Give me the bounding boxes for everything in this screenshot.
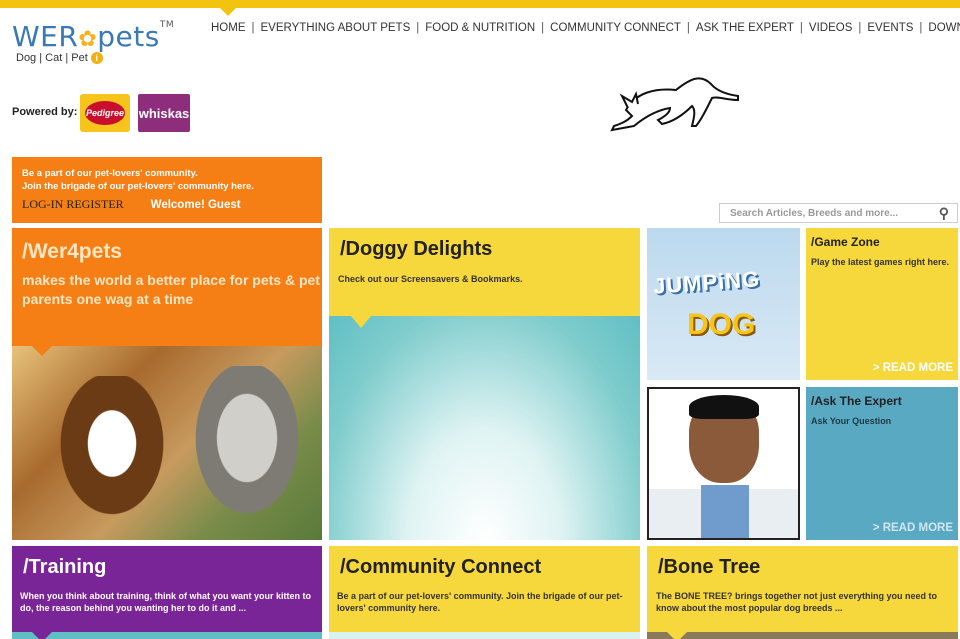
tile-training[interactable]: /Training When you think about training,… — [12, 546, 322, 639]
auth-links: LOG-IN REGISTER Welcome! Guest — [22, 198, 312, 212]
puppy-image — [52, 376, 172, 526]
info-icon[interactable]: i — [90, 52, 103, 64]
tile-ask-desc: Ask Your Question — [811, 416, 892, 426]
tile-notch — [32, 632, 52, 639]
tile-ask-title: /Ask The Expert — [811, 394, 902, 408]
main-navigation: HOME | EVERYTHING ABOUT PETS | FOOD & NUTRIT… — [211, 22, 960, 34]
doggy-delights-image — [329, 316, 640, 540]
nav-item-everything-about-pets[interactable]: EVERYTHING ABOUT PETS — [261, 22, 411, 34]
logo-trademark: TM — [159, 20, 175, 30]
tile-doggy-title: /Doggy Delights — [340, 238, 493, 260]
whiskas-logo[interactable]: whiskas — [138, 94, 190, 132]
tile-ask-the-expert[interactable]: /Ask The Expert Ask Your Question > READ… — [806, 387, 958, 540]
top-accent-bar — [0, 0, 960, 8]
community-login-box: Be a part of our pet-lovers' community. … — [12, 157, 322, 223]
pedigree-logo-text: Pedigree — [85, 101, 125, 125]
search-icon[interactable]: ⚲ — [939, 205, 949, 222]
logo-subtitle-text: Dog | Cat | Pet — [16, 52, 88, 64]
community-line-2: Join the brigade of our pet-lovers' comm… — [22, 181, 254, 192]
tile-training-desc: When you think about training, think of … — [20, 591, 311, 613]
jumping-dog-title-1: JUMPiNG — [652, 266, 761, 299]
tile-image-strip — [12, 632, 322, 639]
nav-item-community-connect[interactable]: COMMUNITY CONNECT — [550, 22, 681, 34]
ask-read-more-link[interactable]: > READ MORE — [873, 522, 953, 534]
nav-separator: | — [251, 22, 255, 34]
tile-image-strip — [647, 632, 958, 639]
tile-notch — [32, 346, 52, 356]
tile-image-strip — [329, 632, 640, 639]
logo-text-pets: pets — [97, 20, 160, 53]
tile-community-desc: Be a part of our pet-lovers' community. … — [337, 591, 623, 613]
nav-item-videos[interactable]: VIDEOS — [809, 22, 852, 34]
tile-game-title: /Game Zone — [811, 235, 880, 249]
kitten-image — [187, 366, 307, 526]
tile-community-title: /Community Connect — [340, 556, 542, 578]
tile-game-zone[interactable]: /Game Zone Play the latest games right h… — [806, 228, 958, 380]
tile-notch — [351, 316, 371, 328]
nav-separator: | — [541, 22, 545, 34]
nav-item-home[interactable]: HOME — [211, 22, 246, 34]
powered-by-label: Powered by: — [12, 106, 78, 118]
jumping-dog-game-image[interactable]: JUMPiNG DOG — [647, 228, 800, 380]
tile-community-connect[interactable]: /Community Connect Be a part of our pet-… — [329, 546, 640, 639]
nav-separator: | — [686, 22, 690, 34]
expert-photo — [647, 387, 800, 540]
game-read-more-link[interactable]: > READ MORE — [873, 362, 953, 374]
tile-bone-tree[interactable]: /Bone Tree The BONE TREE? brings togethe… — [647, 546, 958, 639]
nav-separator: | — [919, 22, 923, 34]
tile-wer4pets-tagline: makes the world a better place for pets … — [22, 272, 320, 307]
nav-item-events[interactable]: EVENTS — [867, 22, 913, 34]
pedigree-logo[interactable]: Pedigree — [80, 94, 130, 132]
cat-sketch-icon — [610, 77, 739, 132]
tile-training-title: /Training — [23, 556, 107, 578]
search-input[interactable]: Search Articles, Breeds and more... ⚲ — [719, 203, 958, 223]
jumping-dog-title-2: DOG — [687, 308, 756, 341]
nav-item-food-nutrition[interactable]: FOOD & NUTRITION — [425, 22, 535, 34]
puppy-kitten-image — [12, 346, 322, 540]
login-link[interactable]: LOG-IN — [22, 197, 63, 211]
search-placeholder: Search Articles, Breeds and more... — [730, 208, 899, 219]
tile-notch — [667, 632, 687, 639]
nav-active-indicator — [220, 8, 236, 16]
site-logo[interactable]: WER✿petsTM — [12, 20, 174, 53]
nav-separator: | — [799, 22, 803, 34]
tile-doggy-desc: Check out our Screensavers & Bookmarks. — [338, 274, 523, 284]
community-line-1: Be a part of our pet-lovers' community. — [22, 168, 198, 179]
nav-item-ask-the-expert[interactable]: ASK THE EXPERT — [696, 22, 794, 34]
nav-separator: | — [858, 22, 862, 34]
nav-separator: | — [416, 22, 420, 34]
tile-bone-desc: The BONE TREE? brings together not just … — [656, 591, 938, 613]
logo-subtitle: Dog | Cat | Pet i — [16, 52, 103, 64]
tile-doggy-delights[interactable]: /Doggy Delights Check out our Screensave… — [329, 228, 640, 540]
tile-wer4pets[interactable]: /Wer4pets makes the world a better place… — [12, 228, 322, 540]
doctor-scrubs — [701, 485, 749, 538]
tile-wer4pets-title: /Wer4pets — [22, 240, 122, 263]
register-link[interactable]: REGISTER — [66, 197, 123, 211]
doctor-hair — [689, 395, 759, 419]
logo-text: WER — [12, 20, 79, 53]
paw-icon: ✿ — [78, 27, 98, 52]
tile-bone-title: /Bone Tree — [658, 556, 761, 578]
tile-game-desc: Play the latest games right here. — [811, 257, 950, 267]
nav-item-downloads[interactable]: DOWNLOADS — [928, 22, 960, 34]
welcome-text: Welcome! Guest — [150, 199, 241, 211]
